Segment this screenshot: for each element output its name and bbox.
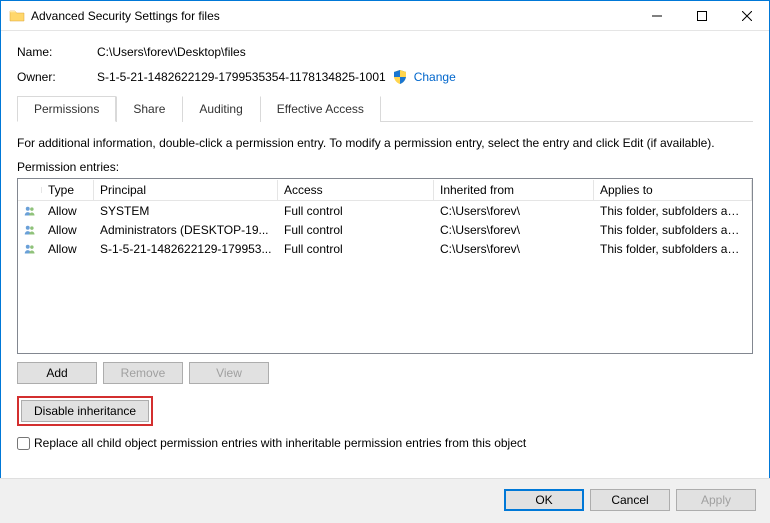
replace-children-checkbox[interactable] bbox=[17, 437, 30, 450]
cell-type: Allow bbox=[42, 203, 94, 219]
titlebar: Advanced Security Settings for files bbox=[1, 1, 769, 31]
disable-inheritance-highlight: Disable inheritance bbox=[17, 396, 153, 426]
view-button[interactable]: View bbox=[189, 362, 269, 384]
cell-access: Full control bbox=[278, 203, 434, 219]
permission-table: Type Principal Access Inherited from App… bbox=[17, 178, 753, 354]
change-owner-link[interactable]: Change bbox=[414, 70, 456, 84]
apply-button[interactable]: Apply bbox=[676, 489, 756, 511]
tab-permissions[interactable]: Permissions bbox=[17, 96, 116, 122]
tab-auditing[interactable]: Auditing bbox=[182, 96, 259, 122]
close-button[interactable] bbox=[724, 1, 769, 30]
cell-principal: S-1-5-21-1482622129-179953... bbox=[94, 241, 278, 257]
name-row: Name: C:\Users\forev\Desktop\files bbox=[17, 45, 753, 59]
cell-applies: This folder, subfolders and files bbox=[594, 203, 752, 219]
tab-strip: Permissions Share Auditing Effective Acc… bbox=[17, 95, 753, 122]
content-area: Name: C:\Users\forev\Desktop\files Owner… bbox=[1, 31, 769, 450]
table-row[interactable]: AllowSYSTEMFull controlC:\Users\forev\Th… bbox=[18, 201, 752, 220]
add-button[interactable]: Add bbox=[17, 362, 97, 384]
cell-access: Full control bbox=[278, 222, 434, 238]
maximize-button[interactable] bbox=[679, 1, 724, 30]
table-row[interactable]: AllowAdministrators (DESKTOP-19...Full c… bbox=[18, 220, 752, 239]
replace-children-row: Replace all child object permission entr… bbox=[17, 436, 753, 450]
name-label: Name: bbox=[17, 45, 97, 59]
info-text: For additional information, double-click… bbox=[17, 136, 753, 150]
owner-value: S-1-5-21-1482622129-1799535354-117813482… bbox=[97, 70, 386, 84]
cancel-button[interactable]: Cancel bbox=[590, 489, 670, 511]
col-principal[interactable]: Principal bbox=[94, 180, 278, 200]
cell-type: Allow bbox=[42, 222, 94, 238]
ok-button[interactable]: OK bbox=[504, 489, 584, 511]
col-inherited[interactable]: Inherited from bbox=[434, 180, 594, 200]
col-applies[interactable]: Applies to bbox=[594, 180, 752, 200]
users-icon bbox=[18, 241, 42, 257]
cell-applies: This folder, subfolders and files bbox=[594, 241, 752, 257]
tab-effective-access[interactable]: Effective Access bbox=[260, 96, 381, 122]
col-icon[interactable] bbox=[18, 187, 42, 193]
folder-icon bbox=[9, 8, 25, 24]
cell-type: Allow bbox=[42, 241, 94, 257]
users-icon bbox=[18, 222, 42, 238]
entries-label: Permission entries: bbox=[17, 160, 753, 174]
cell-principal: Administrators (DESKTOP-19... bbox=[94, 222, 278, 238]
replace-children-label[interactable]: Replace all child object permission entr… bbox=[34, 436, 526, 450]
cell-principal: SYSTEM bbox=[94, 203, 278, 219]
cell-inherited: C:\Users\forev\ bbox=[434, 203, 594, 219]
tab-share[interactable]: Share bbox=[116, 96, 182, 122]
cell-inherited: C:\Users\forev\ bbox=[434, 222, 594, 238]
owner-row: Owner: S-1-5-21-1482622129-1799535354-11… bbox=[17, 69, 753, 85]
owner-label: Owner: bbox=[17, 70, 97, 84]
name-value: C:\Users\forev\Desktop\files bbox=[97, 45, 246, 59]
cell-inherited: C:\Users\forev\ bbox=[434, 241, 594, 257]
cell-access: Full control bbox=[278, 241, 434, 257]
col-access[interactable]: Access bbox=[278, 180, 434, 200]
table-body: AllowSYSTEMFull controlC:\Users\forev\Th… bbox=[18, 201, 752, 258]
dialog-footer: OK Cancel Apply bbox=[0, 478, 770, 523]
table-header: Type Principal Access Inherited from App… bbox=[18, 179, 752, 201]
table-row[interactable]: AllowS-1-5-21-1482622129-179953...Full c… bbox=[18, 239, 752, 258]
window-title: Advanced Security Settings for files bbox=[31, 9, 634, 23]
entry-buttons-row: Add Remove View bbox=[17, 362, 753, 384]
users-icon bbox=[18, 203, 42, 219]
col-type[interactable]: Type bbox=[42, 180, 94, 200]
cell-applies: This folder, subfolders and files bbox=[594, 222, 752, 238]
remove-button[interactable]: Remove bbox=[103, 362, 183, 384]
disable-inheritance-button[interactable]: Disable inheritance bbox=[21, 400, 149, 422]
shield-icon bbox=[392, 69, 408, 85]
minimize-button[interactable] bbox=[634, 1, 679, 30]
